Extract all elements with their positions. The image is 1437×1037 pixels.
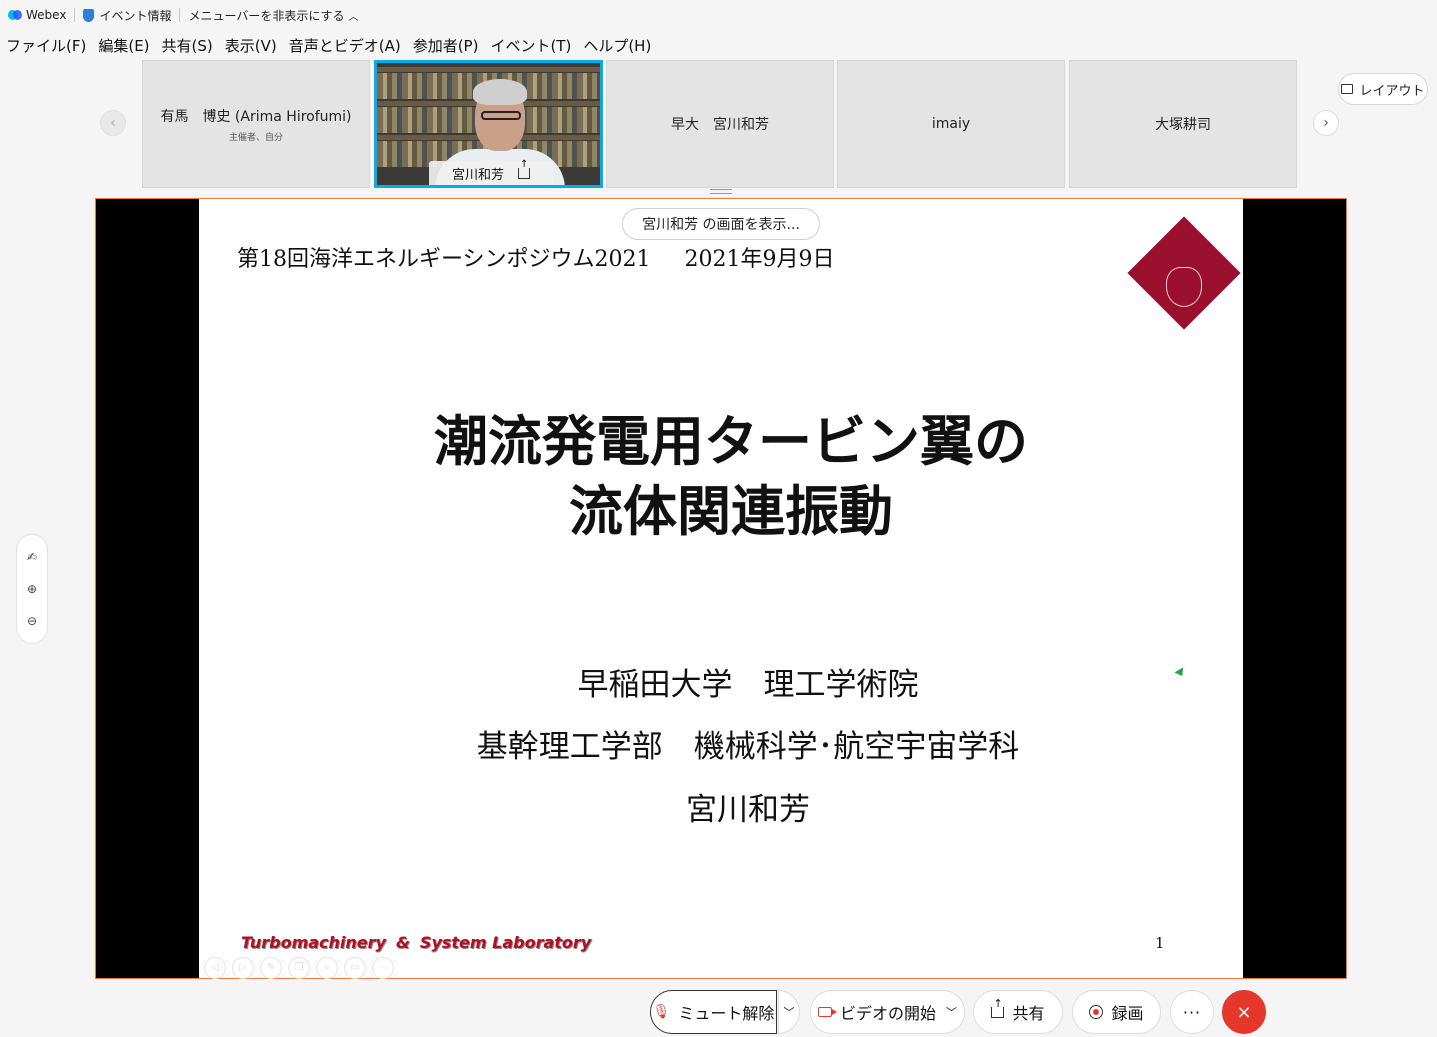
symposium-name: 第18回海洋エネルギーシンポジウム2021 (237, 247, 651, 272)
record-icon (1089, 1005, 1104, 1019)
affiliation-department: 基幹理工学部 機械科学･航空宇宙学科 (476, 729, 1020, 765)
prev-page-button[interactable]: ‹ (100, 110, 126, 136)
unmute-label: ミュート解除 (678, 1004, 775, 1023)
more-icon: ··· (1182, 1002, 1202, 1022)
record-label: 録画 (1111, 1004, 1144, 1023)
slide-title: 潮流発電用タービン翼の 流体関連振動 (199, 407, 1263, 547)
participant-name: 有馬 博史 (Arima Hirofumi) (160, 108, 352, 125)
chevron-down-icon: ﹀ (783, 1006, 795, 1019)
webex-logo-icon (8, 10, 22, 20)
record-button[interactable]: 録画 (1072, 990, 1161, 1034)
participant-tile[interactable]: imaiy (837, 60, 1065, 188)
share-label: 共有 (1012, 1004, 1045, 1023)
copy-icon[interactable]: ❐ (288, 957, 310, 979)
slides-icon[interactable]: ▭ (344, 957, 366, 979)
audio-options-button[interactable]: ﹀ (778, 990, 800, 1034)
presentation-slide: 第18回海洋エネルギーシンポジウム2021 2021年9月9日 潮流発電用タービン… (199, 199, 1243, 979)
event-info-label: イベント情報 (99, 8, 172, 23)
title-line-2: 流体関連振動 (569, 480, 893, 543)
mic-muted-icon: 🎙︎ (652, 1004, 671, 1020)
more-options-button[interactable]: ··· (1170, 990, 1214, 1034)
participant-name: 早大 宮川和芳 (671, 117, 769, 133)
menu-event[interactable]: イベント(T) (484, 35, 577, 56)
share-button[interactable]: 共有 (973, 990, 1063, 1034)
slide-date: 2021年9月9日 (684, 247, 835, 272)
speaker-glasses (481, 111, 521, 120)
event-info-button[interactable]: イベント情報 (75, 0, 179, 30)
lab-name: Turbomachinery & System Laboratory (241, 933, 591, 952)
menu-view[interactable]: 表示(V) (219, 35, 283, 56)
shield-icon (83, 8, 95, 22)
pen-icon[interactable]: ✎ (260, 957, 282, 979)
title-bar: Webex イベント情報 メニューバーを非表示にする ︿ (0, 0, 1437, 30)
slide-nav-toolbar: ◁ ▷ ✎ ❐ ⌕ ▭ ⋯ (204, 957, 394, 979)
participant-tile[interactable]: 大塚耕司 (1069, 60, 1297, 188)
sharing-banner[interactable]: 宮川和芳 の画面を表示... (622, 208, 820, 240)
chevron-left-icon: ‹ (110, 115, 116, 131)
chevron-up-icon: ︿ (348, 11, 359, 23)
zoom-out-icon[interactable]: ⊖ (27, 614, 37, 628)
zoom-in-icon[interactable]: ⊕ (27, 582, 37, 596)
participant-video-tile[interactable]: 宮川和芳 (374, 60, 603, 188)
title-line-1: 潮流発電用タービン翼の (434, 410, 1028, 473)
resize-handle[interactable] (710, 189, 732, 194)
unmute-button[interactable]: 🎙︎ ミュート解除 (650, 990, 777, 1034)
zoom-icon[interactable]: ⌕ (316, 957, 338, 979)
lab-name-part2: System Laboratory (419, 933, 592, 952)
chevron-right-icon: › (1323, 115, 1329, 131)
webex-app-label[interactable]: Webex (0, 0, 74, 30)
participant-strip: ‹ 有馬 博史 (Arima Hirofumi) 主催者、自分 宮川和芳 早大 … (0, 60, 1437, 194)
hide-menubar-button[interactable]: メニューバーを非表示にする ︿ (180, 0, 366, 30)
next-page-button[interactable]: › (1313, 110, 1339, 136)
share-screen-icon (518, 159, 530, 179)
menu-participants[interactable]: 参加者(P) (407, 35, 485, 56)
participant-tile[interactable]: 早大 宮川和芳 (606, 60, 834, 188)
menu-edit[interactable]: 編集(E) (92, 35, 155, 56)
participant-role: 主催者、自分 (228, 132, 283, 143)
more-icon[interactable]: ⋯ (372, 957, 394, 979)
prev-slide-icon[interactable]: ◁ (204, 957, 226, 979)
lab-name-amp: & (395, 933, 410, 952)
slide-header: 第18回海洋エネルギーシンポジウム2021 2021年9月9日 (237, 241, 835, 273)
lab-name-part1: Turbomachinery (241, 933, 386, 952)
layout-label: レイアウト (1359, 83, 1425, 99)
author-name: 宮川和芳 (686, 792, 810, 828)
affiliation-university: 早稲田大学 理工学術院 (577, 667, 919, 703)
menu-bar: ファイル(F) 編集(E) 共有(S) 表示(V) 音声とビデオ(A) 参加者(… (0, 30, 1437, 60)
start-video-button[interactable]: ビデオの開始 ﹀ (810, 990, 965, 1034)
menu-share[interactable]: 共有(S) (156, 35, 219, 56)
app-name: Webex (26, 8, 67, 22)
participant-tile[interactable]: 有馬 博史 (Arima Hirofumi) 主催者、自分 (142, 60, 370, 188)
participant-name: 宮川和芳 (451, 167, 504, 183)
layout-button[interactable]: レイアウト (1338, 73, 1428, 105)
leave-meeting-button[interactable]: × (1222, 990, 1266, 1034)
menu-file[interactable]: ファイル(F) (0, 35, 92, 56)
emblem-crest-icon (1166, 267, 1202, 307)
hide-menubar-label: メニューバーを非表示にする (188, 8, 345, 23)
chevron-down-icon: ﹀ (946, 1006, 957, 1019)
layout-icon (1341, 84, 1354, 94)
slide-page-number: 1 (1155, 934, 1165, 952)
participant-name: 大塚耕司 (1155, 117, 1211, 133)
menu-help[interactable]: ヘルプ(H) (577, 35, 657, 56)
close-icon: × (1236, 1001, 1252, 1023)
bookshelf-decoration (377, 67, 600, 72)
speaker-hair (473, 79, 527, 105)
camera-off-icon (817, 1007, 837, 1017)
start-video-label: ビデオの開始 (839, 1004, 936, 1023)
next-slide-icon[interactable]: ▷ (232, 957, 254, 979)
share-icon (991, 997, 1005, 1018)
annotation-toolbar: ✍ ⊕ ⊖ (16, 534, 48, 644)
participant-name: imaiy (931, 116, 971, 132)
annotate-icon[interactable]: ✍ (27, 550, 37, 564)
video-name-label: 宮川和芳 (429, 159, 553, 185)
shared-content-stage: 第18回海洋エネルギーシンポジウム2021 2021年9月9日 潮流発電用タービン… (95, 198, 1347, 979)
menu-audio-video[interactable]: 音声とビデオ(A) (283, 35, 407, 56)
